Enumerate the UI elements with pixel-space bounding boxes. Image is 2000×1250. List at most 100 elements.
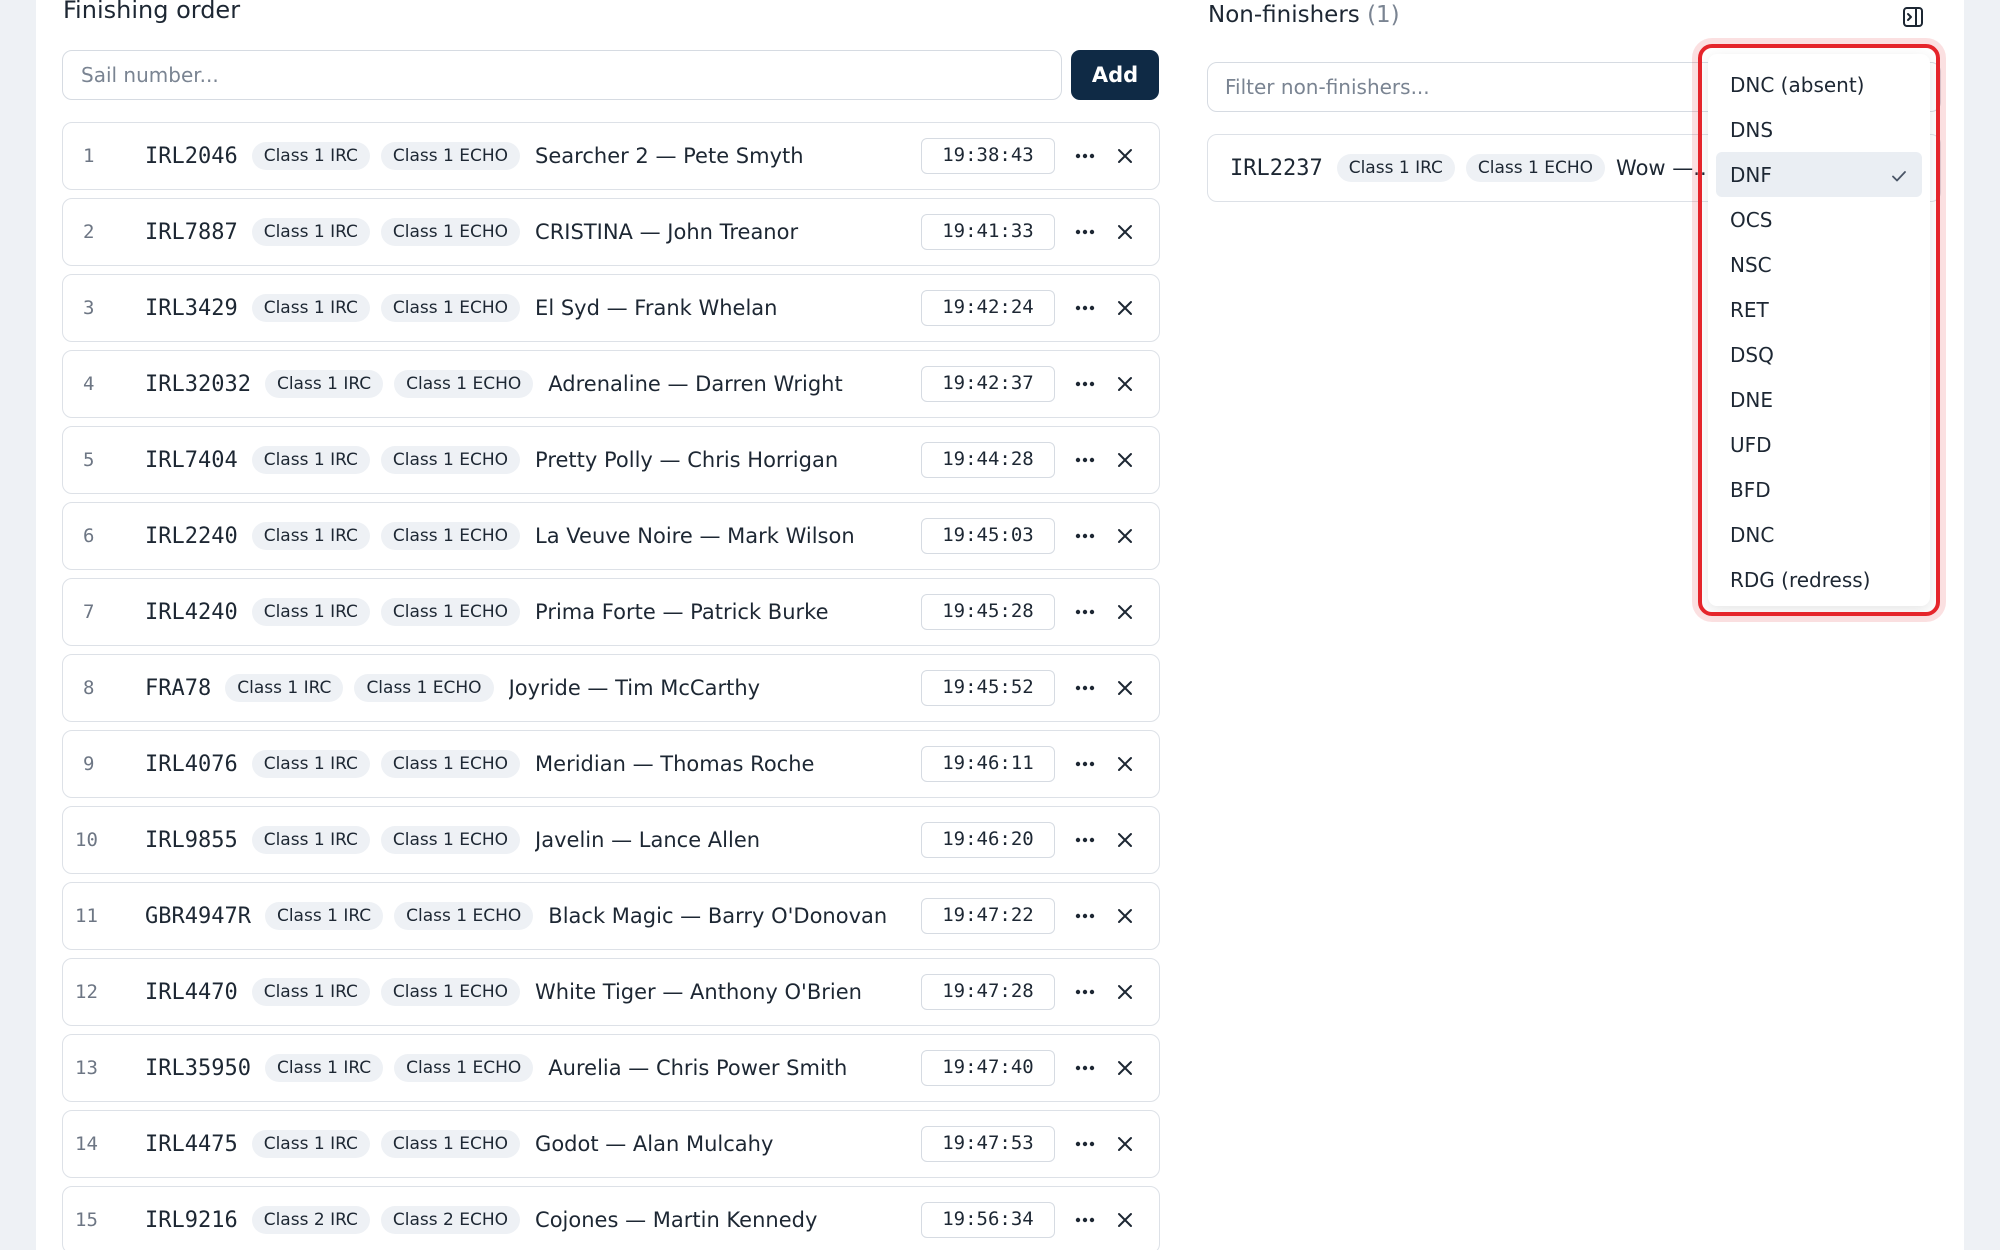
- class-chip: Class 1 IRC: [251, 978, 370, 1006]
- status-option-ret[interactable]: RET: [1716, 287, 1922, 332]
- close-icon[interactable]: [1113, 220, 1137, 244]
- finish-time-field[interactable]: 19:45:03: [921, 518, 1055, 554]
- panel-collapse-icon[interactable]: [1902, 6, 1924, 28]
- status-option-rdg-redress[interactable]: RDG (redress): [1716, 557, 1922, 602]
- non-finishers-title-label: Non-finishers: [1208, 2, 1360, 28]
- finish-time-field[interactable]: 19:47:28: [921, 974, 1055, 1010]
- boat-name: Cojones — Martin Kennedy: [535, 1208, 818, 1232]
- more-horizontal-icon[interactable]: [1073, 1208, 1097, 1232]
- status-option-dnf[interactable]: DNF: [1716, 152, 1922, 197]
- boat-name: CRISTINA — John Treanor: [535, 220, 799, 244]
- finish-time-field[interactable]: 19:42:24: [921, 290, 1055, 326]
- more-horizontal-icon[interactable]: [1073, 1056, 1097, 1080]
- class-chip: Class 1 IRC: [251, 750, 370, 778]
- status-option-dns[interactable]: DNS: [1716, 107, 1922, 152]
- more-horizontal-icon[interactable]: [1073, 220, 1097, 244]
- close-icon[interactable]: [1113, 904, 1137, 928]
- sail-number-input[interactable]: [62, 50, 1062, 100]
- close-icon[interactable]: [1113, 296, 1137, 320]
- finish-row[interactable]: 4 IRL32032 Class 1 IRC Class 1 ECHO Adrenali…: [62, 350, 1160, 418]
- finish-time-field[interactable]: 19:45:28: [921, 594, 1055, 630]
- class-chip: Class 1 ECHO: [394, 370, 534, 398]
- finish-row[interactable]: 1 IRL2046 Class 1 IRC Class 1 ECHO Searcher …: [62, 122, 1160, 190]
- add-button[interactable]: Add: [1071, 50, 1159, 100]
- finish-time-field[interactable]: 19:46:11: [921, 746, 1055, 782]
- close-icon[interactable]: [1113, 676, 1137, 700]
- close-icon[interactable]: [1113, 372, 1137, 396]
- finish-time-field[interactable]: 19:47:22: [921, 898, 1055, 934]
- more-horizontal-icon[interactable]: [1073, 524, 1097, 548]
- close-icon[interactable]: [1113, 1208, 1137, 1232]
- more-horizontal-icon[interactable]: [1073, 600, 1097, 624]
- finish-row[interactable]: 7 IRL4240 Class 1 IRC Class 1 ECHO Prima For…: [62, 578, 1160, 646]
- finish-time-field[interactable]: 19:47:53: [921, 1126, 1055, 1162]
- class-chip: Class 1 ECHO: [380, 294, 521, 322]
- finish-row[interactable]: 5 IRL7404 Class 1 IRC Class 1 ECHO Pretty Po…: [62, 426, 1160, 494]
- close-icon[interactable]: [1113, 828, 1137, 852]
- status-option-bfd[interactable]: BFD: [1716, 467, 1922, 512]
- finish-row[interactable]: 13 IRL35950 Class 1 IRC Class 1 ECHO Aurelia…: [62, 1034, 1160, 1102]
- more-horizontal-icon[interactable]: [1073, 828, 1097, 852]
- class-chip: Class 2 ECHO: [380, 1206, 521, 1234]
- class-chip: Class 1 IRC: [251, 598, 370, 626]
- close-icon[interactable]: [1113, 980, 1137, 1004]
- boat-name: La Veuve Noire — Mark Wilson: [535, 524, 855, 548]
- status-option-dnc-absent[interactable]: DNC (absent): [1716, 62, 1922, 107]
- status-option-nsc[interactable]: NSC: [1716, 242, 1922, 287]
- finish-time-field[interactable]: 19:41:33: [921, 214, 1055, 250]
- finish-row[interactable]: 14 IRL4475 Class 1 IRC Class 1 ECHO Godot — …: [62, 1110, 1160, 1178]
- status-option-dnc[interactable]: DNC: [1716, 512, 1922, 557]
- status-option-label: UFD: [1730, 432, 1772, 457]
- close-icon[interactable]: [1113, 600, 1137, 624]
- finish-position: 10: [75, 829, 98, 851]
- boat-name: White Tiger — Anthony O'Brien: [535, 980, 862, 1004]
- sail-number: IRL9855: [145, 827, 238, 853]
- finish-row[interactable]: 12 IRL4470 Class 1 IRC Class 1 ECHO White Ti…: [62, 958, 1160, 1026]
- status-option-dne[interactable]: DNE: [1716, 377, 1922, 422]
- finish-row[interactable]: 9 IRL4076 Class 1 IRC Class 1 ECHO Meridian …: [62, 730, 1160, 798]
- finish-position: 1: [83, 145, 95, 167]
- finish-time-field[interactable]: 19:38:43: [921, 138, 1055, 174]
- finish-time-field[interactable]: 19:44:28: [921, 442, 1055, 478]
- finish-time-field[interactable]: 19:47:40: [921, 1050, 1055, 1086]
- boat-name: Godot — Alan Mulcahy: [535, 1132, 774, 1156]
- finish-time-field[interactable]: 19:45:52: [921, 670, 1055, 706]
- more-horizontal-icon[interactable]: [1073, 144, 1097, 168]
- boat-name: Prima Forte — Patrick Burke: [535, 600, 829, 624]
- class-chip: Class 1 IRC: [251, 1130, 370, 1158]
- finish-position: 5: [83, 449, 95, 471]
- close-icon[interactable]: [1113, 1056, 1137, 1080]
- close-icon[interactable]: [1113, 524, 1137, 548]
- finish-row[interactable]: 15 IRL9216 Class 2 IRC Class 2 ECHO Cojones …: [62, 1186, 1160, 1250]
- finish-row[interactable]: 6 IRL2240 Class 1 IRC Class 1 ECHO La Veuve …: [62, 502, 1160, 570]
- close-icon[interactable]: [1113, 448, 1137, 472]
- sail-number: GBR4947R: [145, 903, 251, 929]
- status-option-label: DNS: [1730, 117, 1774, 142]
- finish-row[interactable]: 3 IRL3429 Class 1 IRC Class 1 ECHO El Syd — …: [62, 274, 1160, 342]
- finish-row[interactable]: 8 FRA78 Class 1 IRC Class 1 ECHO Joyride — T…: [62, 654, 1160, 722]
- close-icon[interactable]: [1113, 1132, 1137, 1156]
- finish-row[interactable]: 2 IRL7887 Class 1 IRC Class 1 ECHO CRISTINA …: [62, 198, 1160, 266]
- sail-number: IRL2046: [145, 143, 238, 169]
- class-chip: Class 1 ECHO: [1465, 154, 1606, 182]
- more-horizontal-icon[interactable]: [1073, 676, 1097, 700]
- close-icon[interactable]: [1113, 144, 1137, 168]
- close-icon[interactable]: [1113, 752, 1137, 776]
- finish-time-field[interactable]: 19:42:37: [921, 366, 1055, 402]
- finish-row[interactable]: 11 GBR4947R Class 1 IRC Class 1 ECHO Black M…: [62, 882, 1160, 950]
- finish-time-field[interactable]: 19:56:34: [921, 1202, 1055, 1238]
- more-horizontal-icon[interactable]: [1073, 1132, 1097, 1156]
- finish-position: 14: [75, 1133, 98, 1155]
- finish-time-field[interactable]: 19:46:20: [921, 822, 1055, 858]
- status-option-ufd[interactable]: UFD: [1716, 422, 1922, 467]
- more-horizontal-icon[interactable]: [1073, 904, 1097, 928]
- more-horizontal-icon[interactable]: [1073, 448, 1097, 472]
- finish-row[interactable]: 10 IRL9855 Class 1 IRC Class 1 ECHO Javelin …: [62, 806, 1160, 874]
- more-horizontal-icon[interactable]: [1073, 980, 1097, 1004]
- more-horizontal-icon[interactable]: [1073, 752, 1097, 776]
- status-option-dsq[interactable]: DSQ: [1716, 332, 1922, 377]
- more-horizontal-icon[interactable]: [1073, 296, 1097, 320]
- boat-name: Searcher 2 — Pete Smyth: [535, 144, 804, 168]
- status-option-ocs[interactable]: OCS: [1716, 197, 1922, 242]
- more-horizontal-icon[interactable]: [1073, 372, 1097, 396]
